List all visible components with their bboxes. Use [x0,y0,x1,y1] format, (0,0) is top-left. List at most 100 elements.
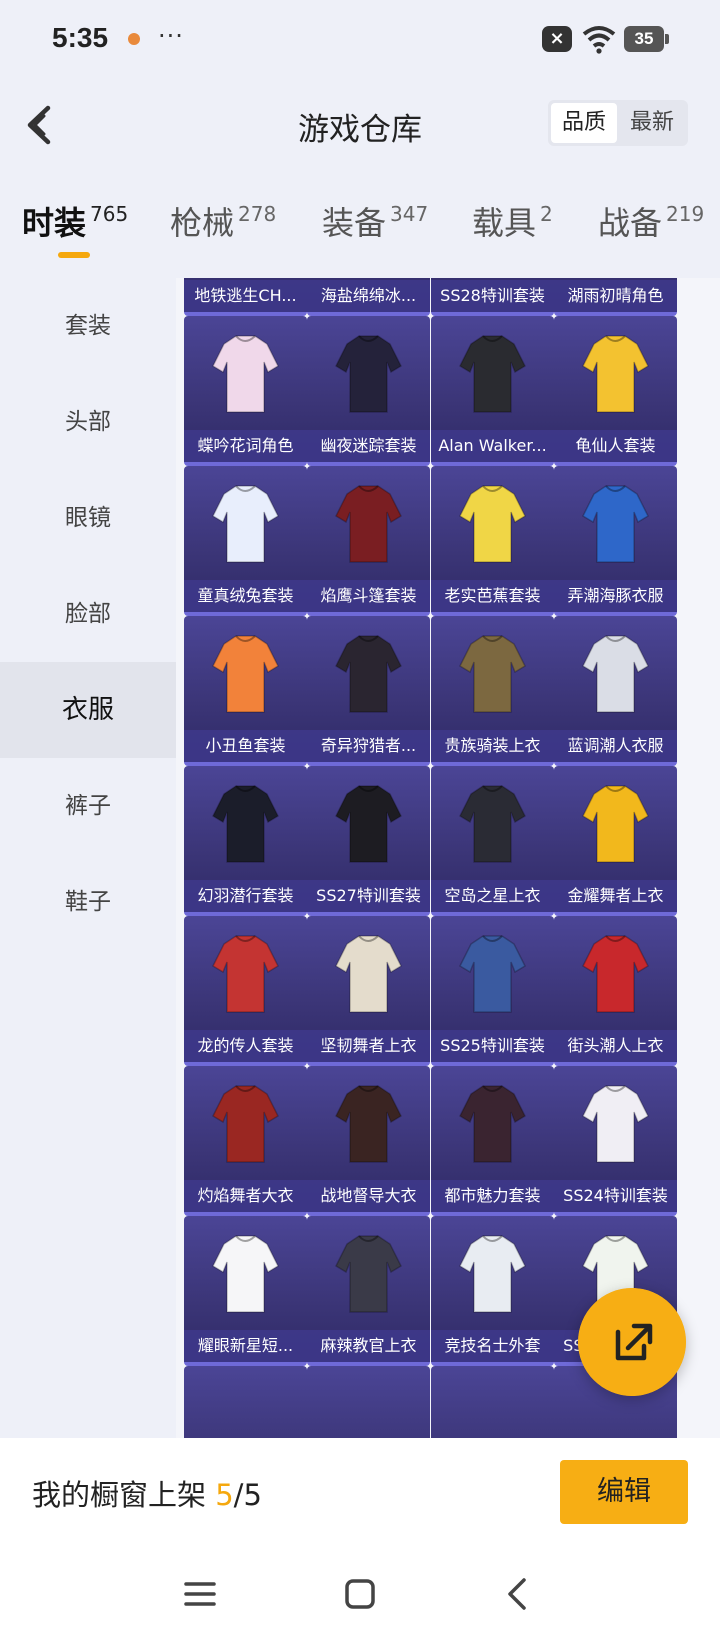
item-card[interactable]: SS24特训套装 [554,1066,677,1216]
menu-icon[interactable] [180,1574,220,1614]
item-card[interactable]: 幻羽潜行套装 [184,766,307,916]
sidebar-item-pants[interactable]: 裤子 [0,758,176,854]
tab-count: 347 [390,202,429,226]
tab-label: 战备 [598,204,663,242]
outfit-image [459,1235,526,1313]
battery-tip [665,34,669,44]
item-card[interactable]: SS25特训套装 [431,916,554,1066]
outfit-image [212,485,279,563]
item-card[interactable]: 老实芭蕉套装 [431,466,554,616]
outfit-image [335,785,402,863]
item-card[interactable]: 坚韧舞者上衣 [307,916,430,1066]
item-card[interactable]: 耀眼新星短... [184,1216,307,1366]
tab-count: 219 [666,202,705,226]
item-card[interactable]: 小丑鱼套装 [184,616,307,766]
item-card[interactable]: 战地督导大衣 [307,1066,430,1216]
item-card[interactable]: 都市魅力套装 [431,1066,554,1216]
item-card[interactable]: 贵族骑装上衣 [431,616,554,766]
tab-equipment[interactable]: 装备 347 [322,198,428,258]
tab-supplies[interactable]: 战备 219 [598,198,704,258]
tab-count: 278 [238,202,277,226]
tab-vehicles[interactable]: 载具 2 [472,198,553,258]
item-name: 空岛之星上衣 [431,880,554,912]
item-name: Alan Walker... [431,430,554,462]
tab-label: 枪械 [170,204,235,242]
item-name: 坚韧舞者上衣 [307,1030,430,1062]
sort-option-quality[interactable]: 品质 [551,103,617,143]
item-name: 蓝调潮人衣服 [554,730,677,762]
outfit-image [459,635,526,713]
item-name: 龙的传人套装 [184,1030,307,1062]
tab-firearms[interactable]: 枪械 278 [170,198,276,258]
item-name: 老实芭蕉套装 [431,580,554,612]
item-card[interactable]: 地铁逃生CH... [184,278,307,316]
item-card-partial[interactable] [307,1366,430,1438]
item-name: 奇异狩猎者... [307,730,430,762]
item-card[interactable]: 弄潮海豚衣服 [554,466,677,616]
item-card[interactable]: 幽夜迷踪套装 [307,316,430,466]
outfit-image [212,1235,279,1313]
item-card[interactable]: 海盐绵绵冰... [307,278,430,316]
showcase-label: 我的橱窗上架 [32,1478,216,1512]
item-card-partial[interactable] [184,1366,307,1438]
outfit-image [212,935,279,1013]
sort-toggle: 品质 最新 [548,100,688,146]
item-name: SS24特训套装 [554,1180,677,1212]
showcase-current: 5 [215,1478,234,1512]
item-card[interactable]: 蝶吟花词角色 [184,316,307,466]
item-card[interactable]: Alan Walker... [431,316,554,466]
outfit-image [335,335,402,413]
item-name: 小丑鱼套装 [184,730,307,762]
item-name: 焰鹰斗篷套装 [307,580,430,612]
item-card[interactable]: 麻辣教官上衣 [307,1216,430,1366]
item-name: 海盐绵绵冰... [307,280,430,312]
item-name: 蝶吟花词角色 [184,430,307,462]
item-card[interactable]: 奇异狩猎者... [307,616,430,766]
sort-option-latest[interactable]: 最新 [619,103,685,143]
app-header: 游戏仓库 品质 最新 [0,80,720,170]
item-card[interactable]: 湖雨初晴角色 [554,278,677,316]
sidebar-item-shoes[interactable]: 鞋子 [0,854,176,950]
item-card-partial[interactable] [431,1366,554,1438]
sidebar-item-face[interactable]: 脸部 [0,566,176,662]
item-card[interactable]: 童真绒兔套装 [184,466,307,616]
active-tab-indicator [58,252,90,258]
item-card[interactable]: 蓝调潮人衣服 [554,616,677,766]
item-card[interactable]: 灼焰舞者大衣 [184,1066,307,1216]
item-card[interactable]: 龙的传人套装 [184,916,307,1066]
back-icon[interactable] [498,1574,538,1614]
home-icon[interactable] [340,1574,380,1614]
sidebar-item-glasses[interactable]: 眼镜 [0,470,176,566]
outfit-image [335,1235,402,1313]
item-card[interactable]: 焰鹰斗篷套装 [307,466,430,616]
sidebar-item-suit[interactable]: 套装 [0,278,176,374]
outfit-image [212,335,279,413]
sidebar-item-head[interactable]: 头部 [0,374,176,470]
item-name: 战地督导大衣 [307,1180,430,1212]
item-card[interactable]: 街头潮人上衣 [554,916,677,1066]
item-card[interactable]: 竞技名士外套 [431,1216,554,1366]
item-card[interactable]: SS27特训套装 [307,766,430,916]
item-name: SS28特训套装 [431,280,554,312]
item-name: 都市魅力套装 [431,1180,554,1212]
item-card[interactable]: 金耀舞者上衣 [554,766,677,916]
item-name: 幻羽潜行套装 [184,880,307,912]
item-name: SS27特训套装 [307,880,430,912]
item-card[interactable]: 空岛之星上衣 [431,766,554,916]
sidebar-item-clothes[interactable]: 衣服 [0,662,176,758]
system-nav-bar [0,1548,720,1640]
item-card[interactable]: 龟仙人套装 [554,316,677,466]
share-button[interactable] [578,1288,686,1396]
tab-label: 时装 [22,204,87,242]
item-grid: 地铁逃生CH... 海盐绵绵冰... SS28特训套装 湖雨初晴角色蝶吟花词角色 幽夜迷… [176,278,720,1438]
outfit-image [459,785,526,863]
item-name: 弄潮海豚衣服 [554,580,677,612]
showcase-total: /5 [233,1478,262,1512]
tab-fashion[interactable]: 时装 765 [22,198,128,258]
outfit-image [582,635,649,713]
item-card[interactable]: SS28特训套装 [431,278,554,316]
outfit-image [459,485,526,563]
edit-button[interactable]: 编辑 [560,1460,688,1524]
tab-label: 载具 [472,204,537,242]
outfit-image [335,635,402,713]
